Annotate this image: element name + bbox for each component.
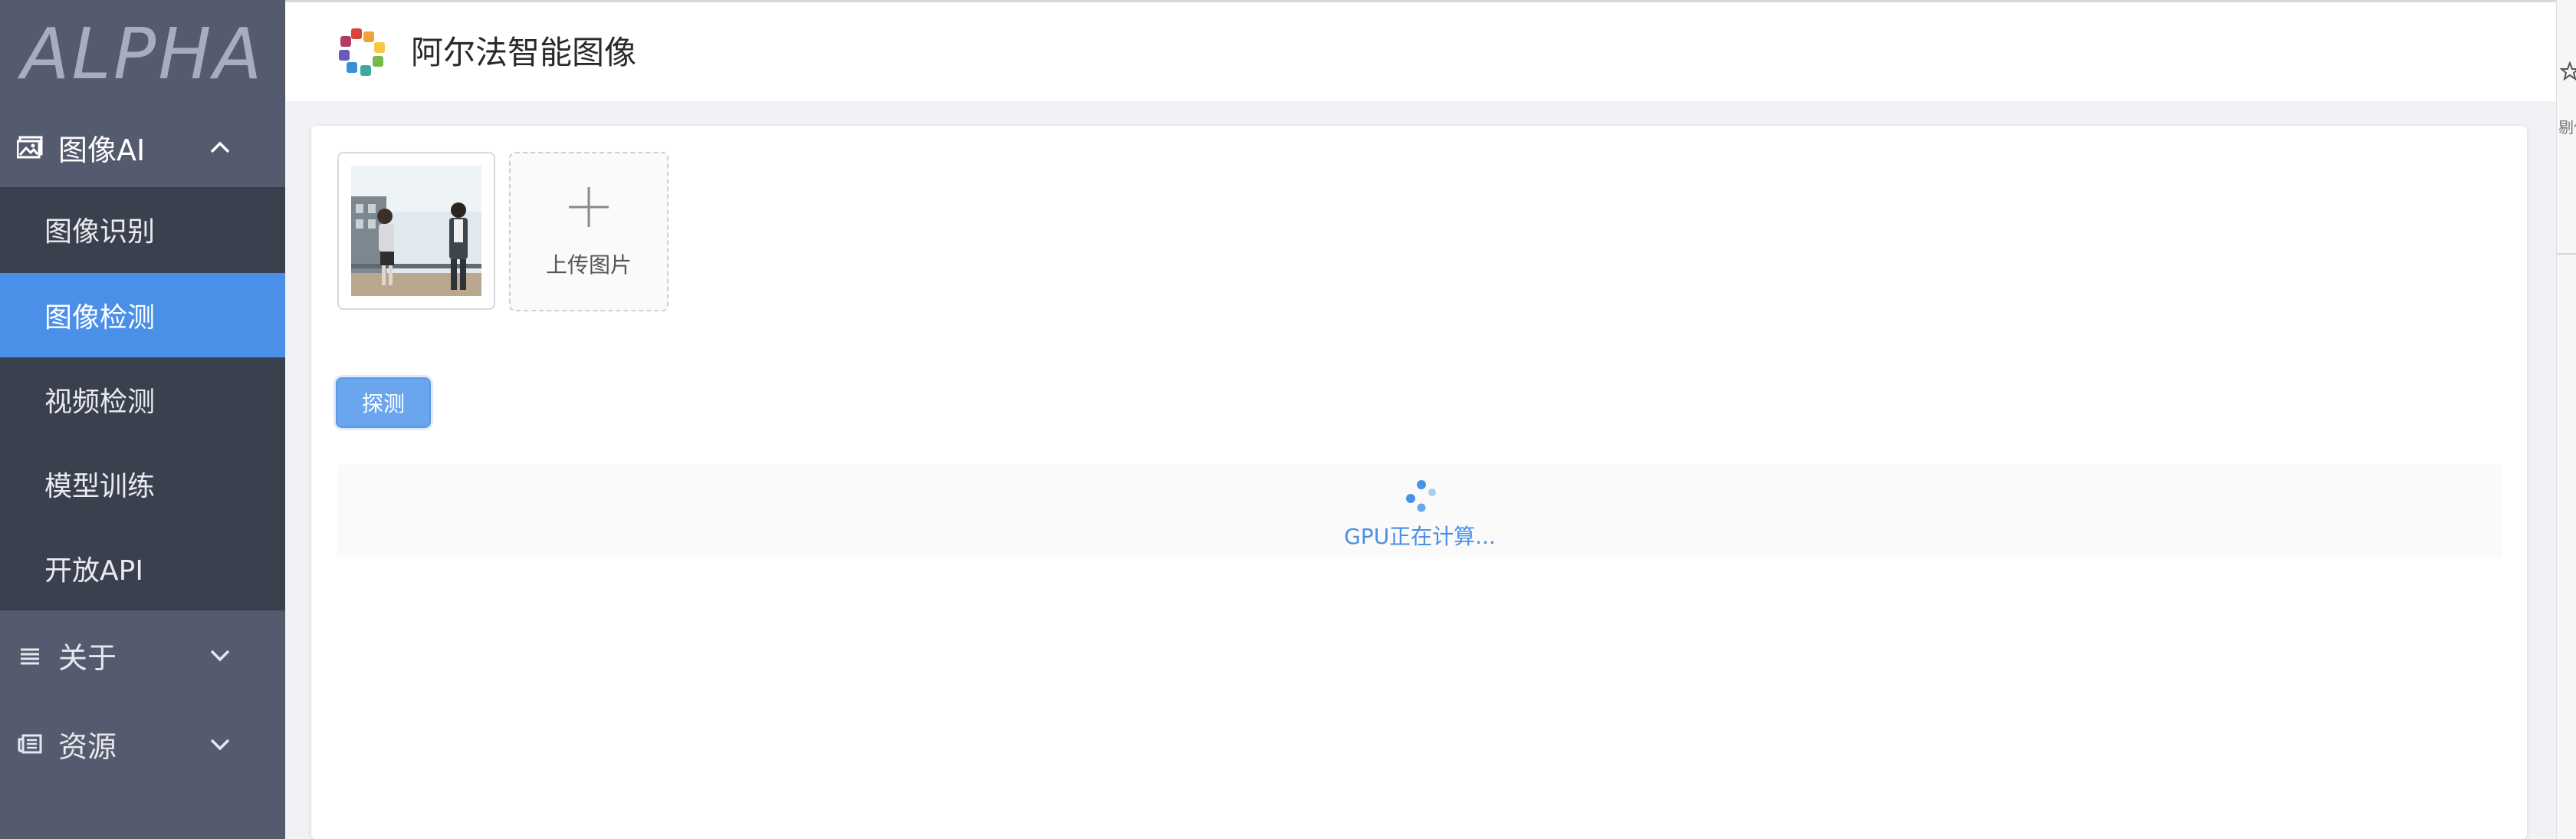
sidebar-group-image-ai[interactable]: 图像AI	[0, 107, 285, 187]
divider	[2557, 253, 2576, 255]
image-icon	[17, 134, 43, 160]
sidebar-item-image-detection[interactable]: 图像检测	[0, 273, 285, 357]
loading-spinner-icon	[1403, 479, 1440, 515]
sidebar-item-video-detection[interactable]: 视频检测	[0, 357, 285, 442]
brand-logo-text[interactable]: ALPHA	[0, 0, 285, 107]
sidebar-item-label: 模型训练	[44, 471, 156, 502]
sidebar: ALPHA 图像AI 图像识别 图像检测 视频检测 模型训练 开放API 关于 …	[0, 0, 285, 839]
submenu-image-ai: 图像识别 图像检测 视频检测 模型训练 开放API	[0, 187, 285, 610]
chevron-down-icon	[209, 643, 232, 666]
star-icon[interactable]	[2559, 61, 2576, 81]
sidebar-item-label: 图像识别	[44, 216, 156, 248]
upload-image-button[interactable]: 上传图片	[509, 152, 669, 311]
sidebar-item-label: 视频检测	[44, 387, 156, 418]
sidebar-group-label: 关于	[58, 640, 117, 675]
chevron-up-icon	[209, 136, 232, 159]
uploaded-photo	[351, 166, 481, 296]
browser-side-panel: 剔作	[2556, 0, 2576, 839]
loading-text: GPU正在计算...	[1344, 524, 1496, 549]
sidebar-group-label: 图像AI	[58, 133, 146, 167]
sidebar-item-label: 开放API	[44, 555, 143, 587]
result-area: GPU正在计算...	[337, 465, 2502, 557]
sidebar-item-model-training[interactable]: 模型训练	[0, 442, 285, 526]
detect-button[interactable]: 探测	[336, 377, 431, 428]
sidebar-item-open-api[interactable]: 开放API	[0, 526, 285, 610]
upload-label: 上传图片	[545, 252, 632, 278]
list-icon	[17, 642, 43, 668]
sidebar-group-label: 资源	[58, 729, 117, 764]
sidebar-item-label: 图像检测	[44, 302, 156, 334]
uploaded-image-thumbnail[interactable]	[337, 152, 495, 310]
sidebar-group-about[interactable]: 关于	[0, 615, 285, 695]
sidebar-group-resources[interactable]: 资源	[0, 704, 285, 784]
app-title: 阿尔法智能图像	[411, 34, 637, 71]
newspaper-icon	[17, 731, 43, 757]
header: 阿尔法智能图像	[285, 0, 2556, 101]
alpha-logo-icon[interactable]	[337, 27, 388, 77]
plus-icon	[567, 186, 610, 229]
sidebar-item-image-recognition[interactable]: 图像识别	[0, 187, 285, 271]
browser-side-text: 剔作	[2558, 118, 2576, 137]
chevron-down-icon	[209, 732, 232, 755]
